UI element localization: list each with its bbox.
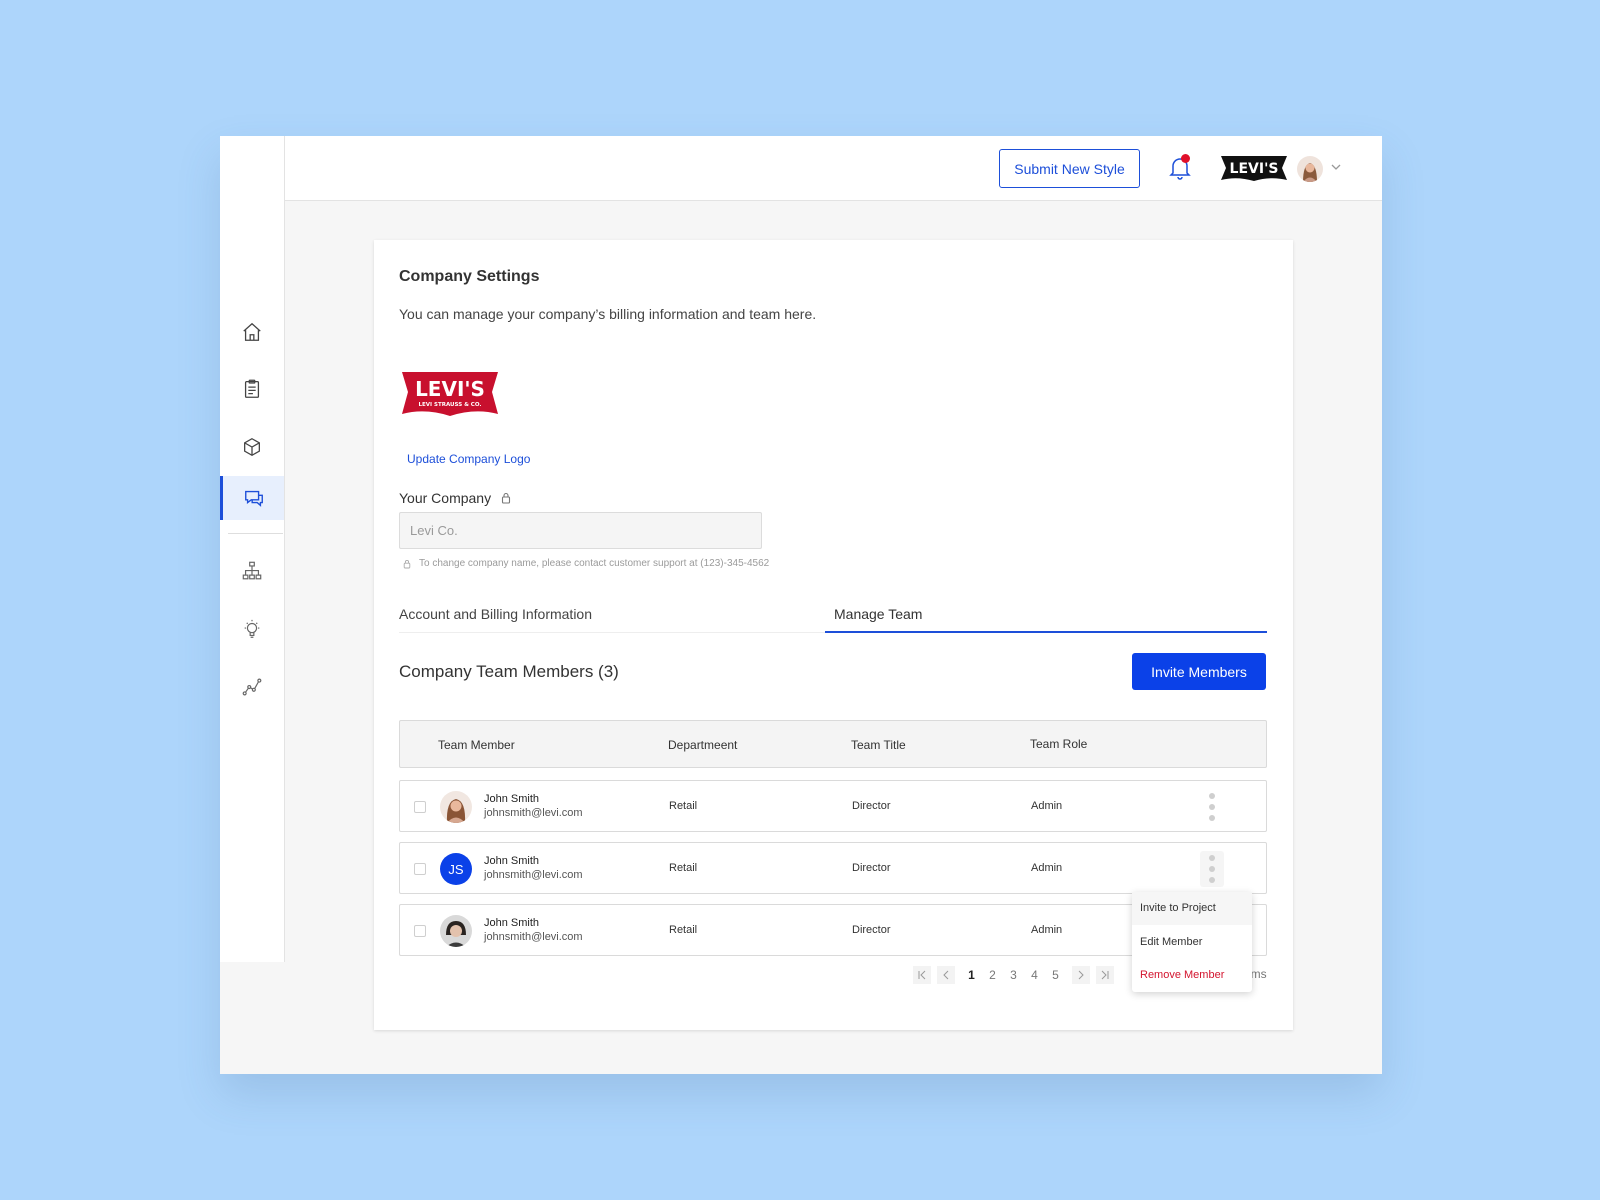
page-subtitle: You can manage your company’s billing in… bbox=[399, 306, 817, 322]
table-row: John Smith johnsmith@levi.com Retail Dir… bbox=[399, 780, 1267, 832]
update-company-logo-link[interactable]: Update Company Logo bbox=[407, 452, 530, 466]
page-number[interactable]: 5 bbox=[1045, 968, 1066, 982]
sidebar-item-products[interactable] bbox=[220, 425, 284, 469]
member-name: John Smith bbox=[484, 917, 540, 929]
member-name: John Smith bbox=[484, 793, 540, 805]
submit-new-style-button[interactable]: Submit New Style bbox=[999, 149, 1140, 188]
prev-page-button[interactable] bbox=[937, 966, 955, 984]
svg-text:LEVI'S: LEVI'S bbox=[1230, 161, 1279, 177]
levis-brand-logo: LEVI'S bbox=[1221, 156, 1287, 181]
notification-dot bbox=[1181, 154, 1190, 163]
table-row: JS John Smith johnsmith@levi.com Retail … bbox=[399, 842, 1267, 894]
last-page-button[interactable] bbox=[1096, 966, 1114, 984]
member-email: johnsmith@levi.com bbox=[484, 869, 583, 881]
member-title: Director bbox=[852, 862, 891, 874]
notifications-button[interactable] bbox=[1169, 154, 1191, 180]
row-action-menu: Invite to Project Edit Member Remove Mem… bbox=[1132, 892, 1252, 992]
chevron-left-icon bbox=[943, 970, 949, 980]
chevron-right-icon bbox=[1078, 970, 1084, 980]
member-department: Retail bbox=[669, 862, 698, 874]
clipboard-icon bbox=[244, 379, 260, 398]
app-window: Submit New Style LEVI'S Company Settings… bbox=[220, 136, 1382, 1074]
tab-manage-team[interactable]: Manage Team bbox=[825, 600, 1267, 633]
row-actions-button[interactable] bbox=[1208, 793, 1216, 821]
invite-members-button[interactable]: Invite Members bbox=[1132, 653, 1266, 690]
table-header: Team Member Departmeent Team Title Team … bbox=[399, 720, 1267, 768]
sidebar-item-home[interactable] bbox=[220, 310, 284, 354]
user-avatar[interactable] bbox=[1297, 156, 1323, 182]
hint-text: To change company name, please contact c… bbox=[419, 558, 770, 569]
column-header-department[interactable]: Departmeent bbox=[668, 738, 737, 752]
svg-text:LEVI'S: LEVI'S bbox=[415, 377, 485, 401]
member-avatar bbox=[440, 791, 472, 823]
box-icon bbox=[244, 438, 260, 456]
lock-icon bbox=[403, 559, 411, 568]
company-logo: LEVI'S LEVI STRAUSS & CO. bbox=[402, 372, 498, 416]
lock-icon bbox=[502, 492, 511, 504]
company-name-hint: To change company name, please contact c… bbox=[403, 558, 769, 569]
member-department: Retail bbox=[669, 924, 698, 936]
column-header-role[interactable]: Team Role bbox=[1030, 737, 1087, 751]
member-email: johnsmith@levi.com bbox=[484, 931, 583, 943]
member-name: John Smith bbox=[484, 855, 540, 867]
trend-icon bbox=[242, 678, 262, 696]
company-label-text: Your Company bbox=[399, 490, 492, 506]
sidebar-item-clipboard[interactable] bbox=[220, 367, 284, 411]
menu-item-invite-to-project[interactable]: Invite to Project bbox=[1132, 892, 1252, 925]
member-role: Admin bbox=[1031, 862, 1063, 874]
next-page-button[interactable] bbox=[1072, 966, 1090, 984]
member-title: Director bbox=[852, 924, 891, 936]
pagination: 1 2 3 4 5 bbox=[913, 966, 1114, 984]
page-number[interactable]: 3 bbox=[1003, 968, 1024, 982]
sidebar-item-messages[interactable] bbox=[220, 476, 284, 520]
row-checkbox[interactable] bbox=[414, 863, 426, 875]
column-header-title[interactable]: Team Title bbox=[851, 738, 906, 752]
chat-icon bbox=[244, 490, 263, 507]
top-bar: Submit New Style LEVI'S bbox=[285, 136, 1382, 201]
team-members-heading: Company Team Members (3) bbox=[399, 662, 619, 681]
member-role: Admin bbox=[1031, 800, 1063, 812]
row-checkbox[interactable] bbox=[414, 801, 426, 813]
sidebar-divider bbox=[228, 533, 283, 534]
page-number[interactable]: 2 bbox=[982, 968, 1003, 982]
sidebar-item-hierarchy[interactable] bbox=[220, 549, 284, 593]
page-number[interactable]: 4 bbox=[1024, 968, 1045, 982]
first-page-icon bbox=[918, 970, 926, 980]
sidebar bbox=[220, 136, 285, 962]
hierarchy-icon bbox=[242, 561, 262, 580]
row-checkbox[interactable] bbox=[414, 925, 426, 937]
member-avatar-initials: JS bbox=[440, 853, 472, 885]
member-title: Director bbox=[852, 800, 891, 812]
tab-account-billing[interactable]: Account and Billing Information bbox=[399, 600, 809, 633]
menu-item-remove-member[interactable]: Remove Member bbox=[1132, 959, 1252, 992]
company-settings-card: Company Settings You can manage your com… bbox=[374, 240, 1293, 1030]
member-role: Admin bbox=[1031, 924, 1063, 936]
menu-item-edit-member[interactable]: Edit Member bbox=[1132, 926, 1252, 959]
company-name-input[interactable] bbox=[399, 512, 762, 549]
member-avatar bbox=[440, 915, 472, 947]
sidebar-item-ideas[interactable] bbox=[220, 607, 284, 651]
page-title: Company Settings bbox=[399, 268, 540, 285]
last-page-icon bbox=[1101, 970, 1109, 980]
settings-tabs: Account and Billing Information Manage T… bbox=[399, 600, 1267, 633]
chevron-down-icon[interactable] bbox=[1329, 160, 1343, 174]
lightbulb-icon bbox=[244, 619, 260, 638]
member-department: Retail bbox=[669, 800, 698, 812]
first-page-button[interactable] bbox=[913, 966, 931, 984]
page-number[interactable]: 1 bbox=[961, 968, 982, 982]
column-header-member[interactable]: Team Member bbox=[438, 738, 515, 752]
home-icon bbox=[243, 322, 261, 341]
svg-text:LEVI STRAUSS & CO.: LEVI STRAUSS & CO. bbox=[419, 402, 482, 408]
row-actions-button[interactable] bbox=[1208, 855, 1216, 883]
company-field-label: Your Company bbox=[399, 490, 511, 506]
member-email: johnsmith@levi.com bbox=[484, 807, 583, 819]
sidebar-item-analytics[interactable] bbox=[220, 665, 284, 709]
